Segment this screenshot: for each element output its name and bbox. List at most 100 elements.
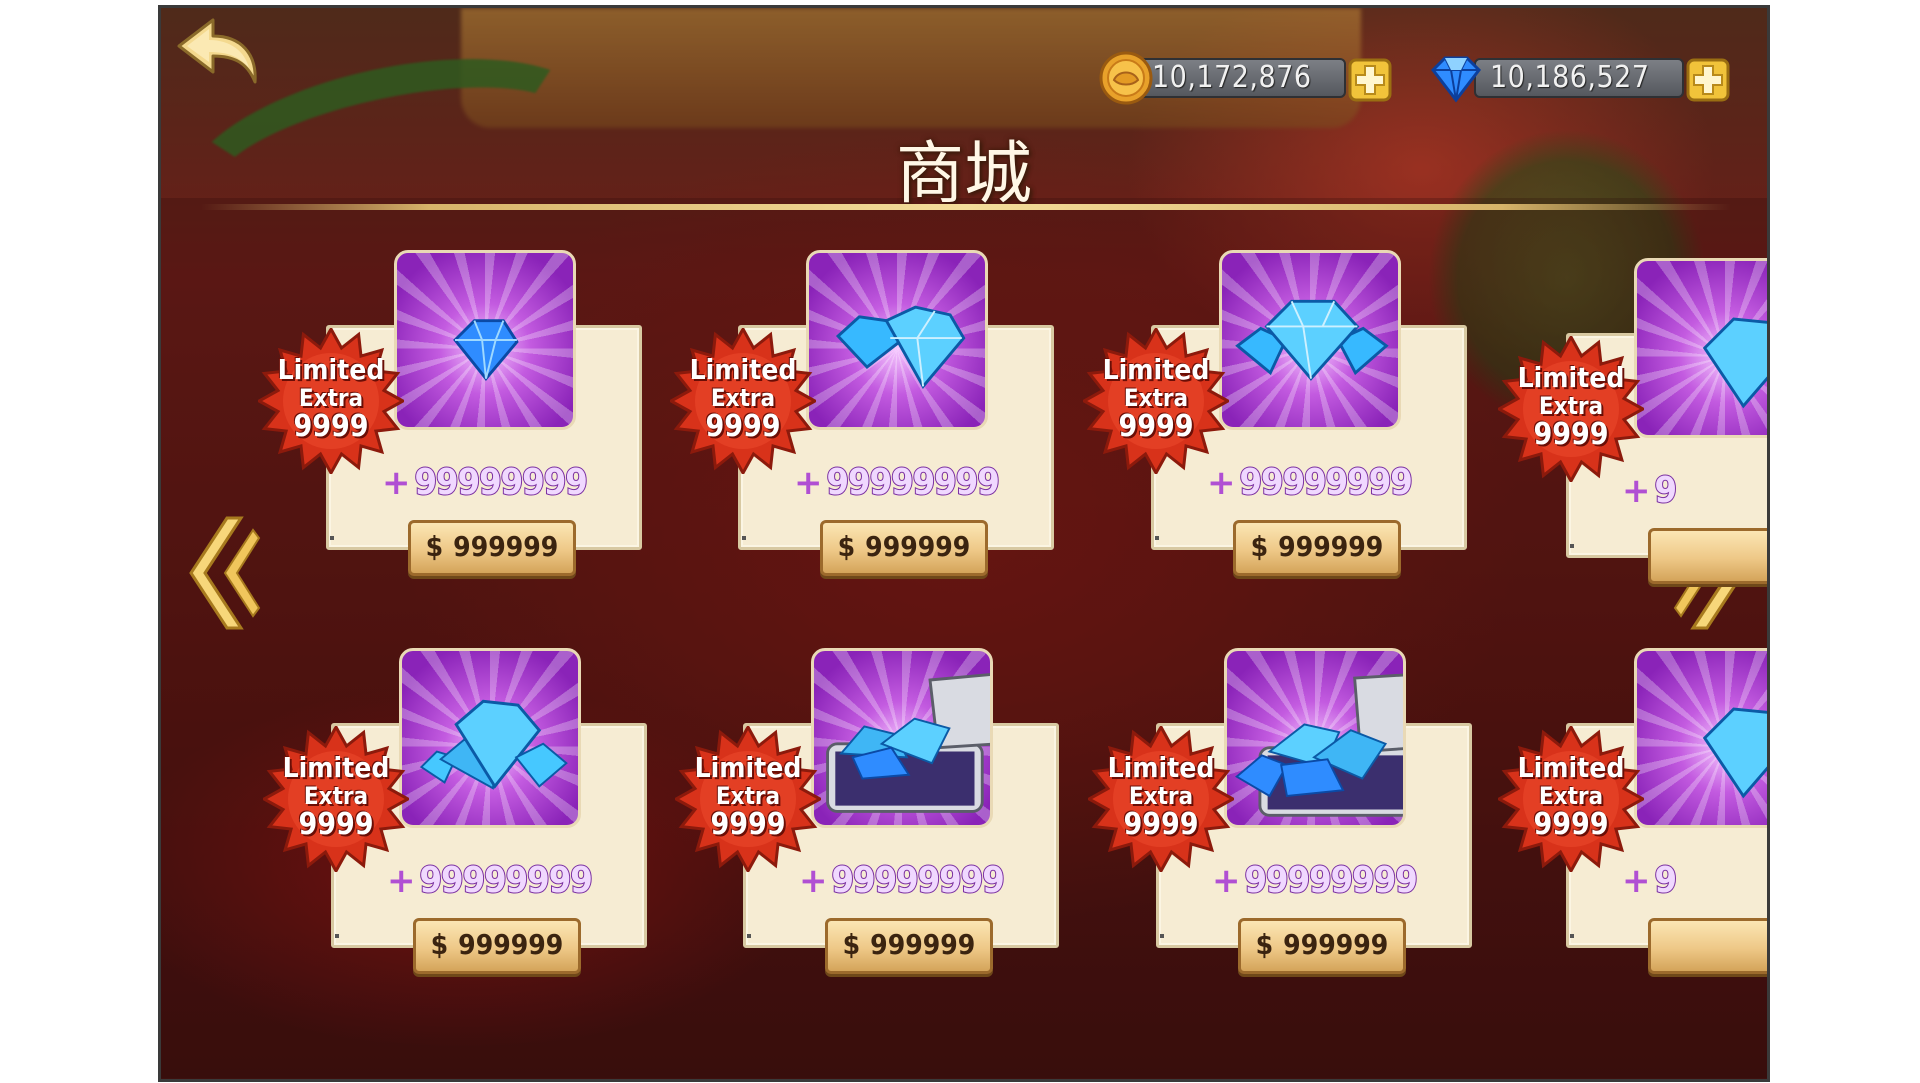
badge-extra-value: 9999 (1533, 807, 1609, 842)
coin-amount: 10,172,876 (1136, 58, 1346, 98)
badge-extra-value: 9999 (1118, 409, 1194, 444)
shop-item-card[interactable]: Limited Extra 9999 +99999999 $999999 (670, 250, 1054, 576)
shop-item-card[interactable]: Limited Extra 9999 +99999999 $999999 (1088, 648, 1472, 974)
buy-button[interactable]: $999999 (1233, 520, 1401, 576)
item-amount: +99999999 (1212, 859, 1452, 904)
price-value: 999999 (870, 928, 976, 961)
badge-extra-label: Extra (298, 384, 364, 412)
badge-limited-label: Limited (1517, 751, 1625, 784)
shop-item-card[interactable]: Limited Extra 9999 +99999999 $999999 (675, 648, 1059, 974)
buy-button[interactable]: $999999 (825, 918, 993, 974)
item-image (1224, 648, 1406, 828)
gem-pack-icon (419, 699, 568, 790)
coin-icon (1099, 51, 1153, 105)
shop-item-card[interactable]: Limited Extra 9999 +99999999 $999999 (1083, 250, 1467, 576)
panel-corner-dot (1570, 544, 1574, 548)
item-image (1219, 250, 1401, 430)
item-amount: +99999999 (382, 461, 622, 506)
badge-extra-value: 9999 (1533, 417, 1609, 452)
badge-extra-label: Extra (1128, 782, 1194, 810)
gem-pack-icon (1235, 673, 1403, 817)
buy-button[interactable]: $999999 (1238, 918, 1406, 974)
item-amount: +99999999 (387, 859, 627, 904)
price-currency: $ (425, 530, 444, 563)
item-image (394, 250, 576, 430)
badge-extra-value: 9999 (710, 807, 786, 842)
item-amount: +99999999 (794, 461, 1034, 506)
limited-badge: Limited Extra 9999 (1088, 726, 1234, 872)
shop-item-card[interactable]: Limited Extra 9999 +9 (1566, 648, 1770, 948)
badge-extra-label: Extra (710, 384, 776, 412)
panel-corner-dot (742, 536, 746, 540)
item-amount: +99999999 (1207, 461, 1447, 506)
badge-extra-value: 9999 (298, 807, 374, 842)
buy-button[interactable] (1648, 528, 1770, 584)
panel-corner-dot (1155, 536, 1159, 540)
page-title: 商城 (895, 135, 1032, 214)
buy-button[interactable]: $999999 (413, 918, 581, 974)
gem-pack-icon (1637, 261, 1770, 435)
badge-limited-label: Limited (1102, 353, 1210, 386)
item-amount: +99999999 (799, 859, 1039, 904)
previous-page-button[interactable] (181, 508, 261, 638)
panel-corner-dot (1160, 934, 1164, 938)
add-coins-button[interactable] (1348, 58, 1392, 102)
gem-balance: 10,186,527 (1431, 50, 1736, 103)
amount-value: 99999999 (1238, 461, 1413, 504)
price-currency: $ (837, 530, 856, 563)
gem-pack-icon (1235, 299, 1389, 381)
coin-balance: 10,172,876 (1098, 50, 1398, 105)
gem-pack-icon (1637, 651, 1770, 825)
limited-badge: Limited Extra 9999 (1083, 328, 1229, 474)
price-currency: $ (1250, 530, 1269, 563)
gem-pack-icon (453, 319, 519, 381)
amount-value: 99999999 (418, 859, 593, 902)
amount-value: 99999999 (413, 461, 588, 504)
item-image (1634, 648, 1770, 828)
badge-limited-label: Limited (694, 751, 802, 784)
buy-button[interactable]: $999999 (408, 520, 576, 576)
shop-item-card[interactable]: Limited Extra 9999 +9 (1566, 258, 1770, 558)
shop-item-card[interactable]: Limited Extra 9999 +99999999 $999999 (258, 250, 642, 576)
gem-amount: 10,186,527 (1474, 58, 1684, 98)
badge-extra-label: Extra (715, 782, 781, 810)
panel-corner-dot (747, 934, 751, 938)
amount-value: 99999999 (825, 461, 1000, 504)
item-image (1634, 258, 1770, 438)
item-amount: +9 (1622, 470, 1770, 514)
add-gems-button[interactable] (1686, 58, 1730, 102)
title-divider (201, 204, 1731, 210)
badge-limited-label: Limited (1517, 361, 1625, 394)
back-arrow-icon (177, 18, 257, 84)
price-value: 999999 (453, 530, 559, 563)
badge-extra-value: 9999 (705, 409, 781, 444)
limited-badge: Limited Extra 9999 (670, 328, 816, 474)
amount-value: 9 (1654, 470, 1677, 511)
item-image (399, 648, 581, 828)
panel-corner-dot (330, 536, 334, 540)
limited-badge: Limited Extra 9999 (675, 726, 821, 872)
plus-icon (1686, 58, 1730, 102)
back-button[interactable] (171, 16, 261, 88)
badge-extra-value: 9999 (1123, 807, 1199, 842)
price-currency: $ (1255, 928, 1274, 961)
badge-limited-label: Limited (1107, 751, 1215, 784)
price-value: 999999 (458, 928, 564, 961)
amount-value: 9 (1654, 860, 1677, 901)
panel-corner-dot (335, 934, 339, 938)
shop-item-card[interactable]: Limited Extra 9999 +99999999 $999999 (263, 648, 647, 974)
game-screen: 10,172,876 10,186,527 商城 Limited Extra 9… (158, 5, 1770, 1082)
item-amount: +9 (1622, 860, 1770, 904)
price-currency: $ (430, 928, 449, 961)
badge-extra-label: Extra (303, 782, 369, 810)
panel-corner-dot (1570, 934, 1574, 938)
badge-extra-label: Extra (1123, 384, 1189, 412)
amount-value: 99999999 (1243, 859, 1418, 902)
buy-button[interactable] (1648, 918, 1770, 974)
blue-gem-icon (1431, 56, 1481, 103)
badge-extra-label: Extra (1538, 392, 1604, 420)
badge-extra-value: 9999 (293, 409, 369, 444)
amount-value: 99999999 (830, 859, 1005, 902)
buy-button[interactable]: $999999 (820, 520, 988, 576)
limited-badge: Limited Extra 9999 (1498, 336, 1644, 482)
